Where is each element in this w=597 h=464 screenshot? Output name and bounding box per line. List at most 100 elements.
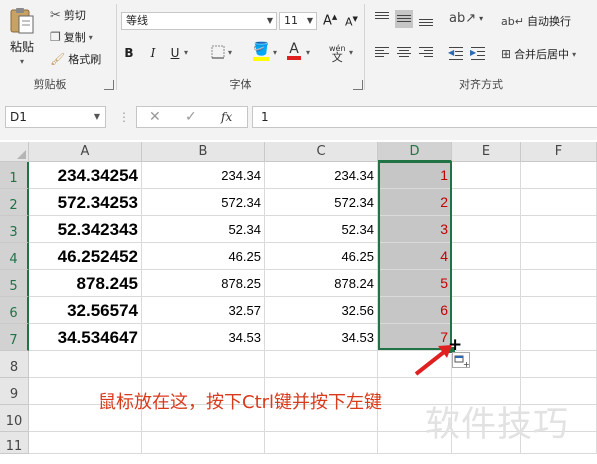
align-top-button[interactable] xyxy=(373,10,391,28)
bold-button[interactable]: B xyxy=(121,44,137,62)
cell-e5[interactable] xyxy=(452,270,521,297)
underline-dropdown-icon[interactable]: ▾ xyxy=(184,48,188,57)
cancel-icon[interactable]: ✕ xyxy=(149,109,161,125)
cell-b3[interactable]: 52.34 xyxy=(142,216,265,243)
cell-f8[interactable] xyxy=(521,351,597,378)
cell-f5[interactable] xyxy=(521,270,597,297)
cell-c4[interactable]: 46.25 xyxy=(265,243,378,270)
cell-a11[interactable] xyxy=(29,432,142,454)
align-left-button[interactable] xyxy=(373,44,391,62)
cell-a1[interactable]: 234.34254 xyxy=(29,162,142,189)
format-painter-button[interactable]: 🖌 格式刷 xyxy=(50,51,101,67)
increase-font-button[interactable]: A▲ xyxy=(323,13,337,28)
column-header-c[interactable]: C xyxy=(265,142,378,162)
column-header-d[interactable]: D xyxy=(378,142,452,162)
cell-b8[interactable] xyxy=(142,351,265,378)
cell-f4[interactable] xyxy=(521,243,597,270)
cell-e3[interactable] xyxy=(452,216,521,243)
row-header-6[interactable]: 6 xyxy=(0,297,29,324)
row-header-4[interactable]: 4 xyxy=(0,243,29,270)
row-header-3[interactable]: 3 xyxy=(0,216,29,243)
column-header-e[interactable]: E xyxy=(452,142,521,162)
cell-e1[interactable] xyxy=(452,162,521,189)
cell-f1[interactable] xyxy=(521,162,597,189)
cell-f7[interactable] xyxy=(521,324,597,351)
cell-b5[interactable]: 878.25 xyxy=(142,270,265,297)
row-header-2[interactable]: 2 xyxy=(0,189,29,216)
select-all-button[interactable] xyxy=(0,142,29,162)
align-middle-button[interactable] xyxy=(395,10,413,28)
cut-button[interactable]: ✂ 剪切 xyxy=(50,7,86,23)
drag-handle-icon[interactable]: ⋮ xyxy=(118,110,130,124)
borders-button[interactable]: ▾ xyxy=(211,45,232,59)
cell-b4[interactable]: 46.25 xyxy=(142,243,265,270)
row-header-5[interactable]: 5 xyxy=(0,270,29,297)
row-header-10[interactable]: 10 xyxy=(0,405,29,432)
font-launcher-icon[interactable] xyxy=(353,80,363,90)
cell-e2[interactable] xyxy=(452,189,521,216)
fill-color-button[interactable]: 🪣 xyxy=(253,42,269,61)
cell-c2[interactable]: 572.34 xyxy=(265,189,378,216)
cell-f2[interactable] xyxy=(521,189,597,216)
cell-e4[interactable] xyxy=(452,243,521,270)
cell-a3[interactable]: 52.342343 xyxy=(29,216,142,243)
cell-b6[interactable]: 32.57 xyxy=(142,297,265,324)
enter-icon[interactable]: ✓ xyxy=(185,109,197,125)
cell-e7[interactable] xyxy=(452,324,521,351)
cell-b1[interactable]: 234.34 xyxy=(142,162,265,189)
row-header-9[interactable]: 9 xyxy=(0,378,29,405)
column-header-a[interactable]: A xyxy=(29,142,142,162)
name-box[interactable]: D1 ▼ xyxy=(5,106,106,128)
column-header-b[interactable]: B xyxy=(142,142,265,162)
cell-c11[interactable] xyxy=(265,432,378,454)
merge-center-button[interactable]: ⊞ 合并后居中 ▾ xyxy=(501,46,576,62)
phonetic-dropdown-icon[interactable]: ▾ xyxy=(349,48,353,57)
align-center-button[interactable] xyxy=(395,44,413,62)
row-header-7[interactable]: 7 xyxy=(0,324,29,351)
cell-c6[interactable]: 32.56 xyxy=(265,297,378,324)
cell-a8[interactable] xyxy=(29,351,142,378)
cell-c3[interactable]: 52.34 xyxy=(265,216,378,243)
italic-button[interactable]: I xyxy=(145,44,161,62)
decrease-indent-button[interactable]: ◀ xyxy=(447,44,465,62)
orientation-button[interactable]: ab↗ ▾ xyxy=(449,11,483,26)
font-color-button[interactable]: A xyxy=(287,42,301,60)
cell-e6[interactable] xyxy=(452,297,521,324)
row-header-8[interactable]: 8 xyxy=(0,351,29,378)
cell-a5[interactable]: 878.245 xyxy=(29,270,142,297)
paste-dropdown-icon[interactable]: ▾ xyxy=(20,57,24,66)
copy-button[interactable]: ❐ 复制 ▾ xyxy=(50,29,93,45)
font-color-dropdown-icon[interactable]: ▾ xyxy=(306,48,310,57)
copy-dropdown-icon[interactable]: ▾ xyxy=(89,33,93,42)
row-header-1[interactable]: 1 xyxy=(0,162,29,189)
cell-f6[interactable] xyxy=(521,297,597,324)
font-size-select[interactable]: 11 ▼ xyxy=(279,12,317,30)
align-right-button[interactable] xyxy=(417,44,435,62)
row-header-11[interactable]: 11 xyxy=(0,432,29,454)
font-name-select[interactable]: 等线 ▼ xyxy=(121,12,277,30)
cell-f3[interactable] xyxy=(521,216,597,243)
insert-function-icon[interactable]: fx xyxy=(221,110,232,124)
cell-c8[interactable] xyxy=(265,351,378,378)
cell-c1[interactable]: 234.34 xyxy=(265,162,378,189)
cell-c7[interactable]: 34.53 xyxy=(265,324,378,351)
cell-a4[interactable]: 46.252452 xyxy=(29,243,142,270)
clipboard-launcher-icon[interactable] xyxy=(104,80,114,90)
formula-input[interactable]: 1 xyxy=(252,106,597,128)
fill-color-dropdown-icon[interactable]: ▾ xyxy=(273,48,277,57)
column-header-f[interactable]: F xyxy=(521,142,597,162)
paste-button[interactable]: 粘贴 ▾ xyxy=(8,6,36,66)
cell-b11[interactable] xyxy=(142,432,265,454)
cell-a2[interactable]: 572.34253 xyxy=(29,189,142,216)
phonetic-button[interactable]: wén 文 xyxy=(329,44,346,63)
cell-c5[interactable]: 878.24 xyxy=(265,270,378,297)
cell-b7[interactable]: 34.53 xyxy=(142,324,265,351)
align-bottom-button[interactable] xyxy=(417,10,435,28)
cell-b2[interactable]: 572.34 xyxy=(142,189,265,216)
wrap-text-button[interactable]: ab↵ 自动换行 xyxy=(501,13,571,29)
increase-indent-button[interactable]: ▶ xyxy=(469,44,487,62)
auto-fill-options-icon[interactable]: + xyxy=(452,352,470,369)
decrease-font-button[interactable]: A▼ xyxy=(345,15,358,29)
underline-button[interactable]: U xyxy=(167,44,183,62)
cell-a6[interactable]: 32.56574 xyxy=(29,297,142,324)
